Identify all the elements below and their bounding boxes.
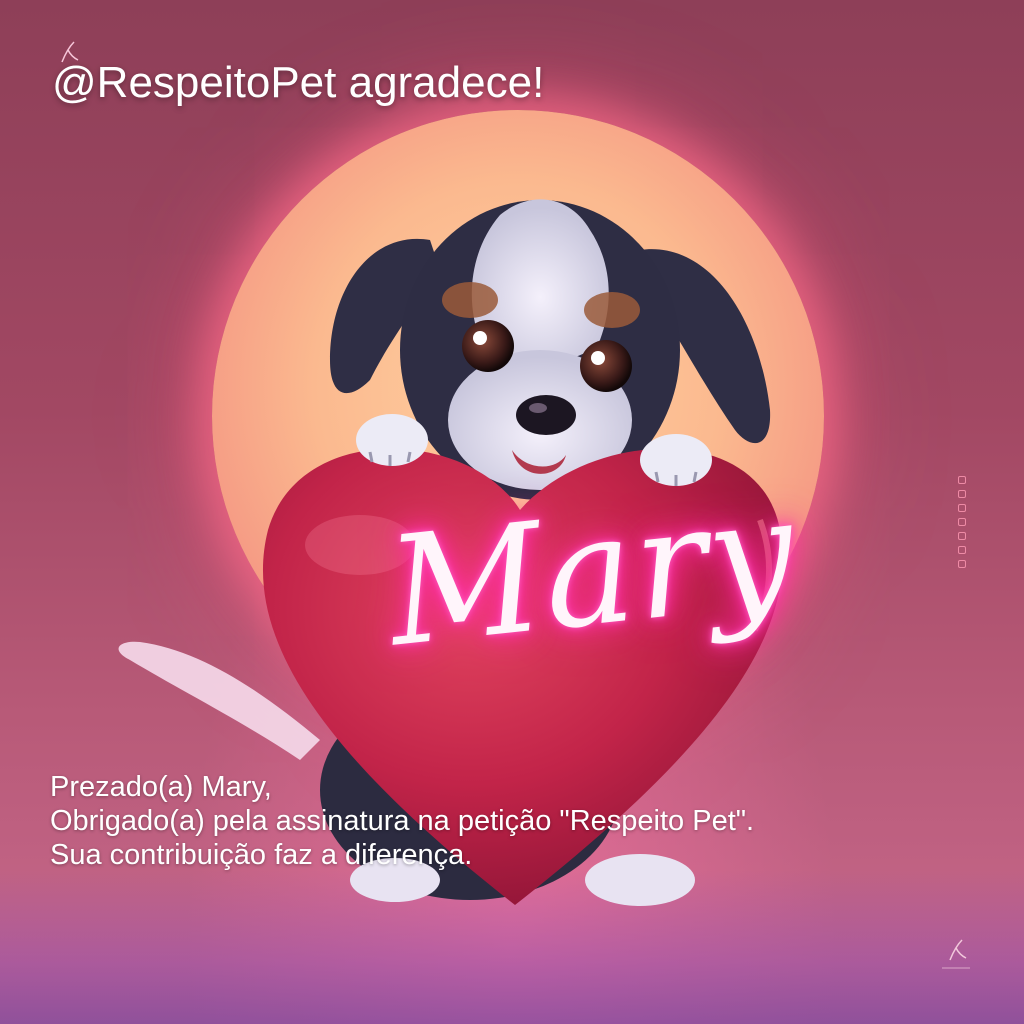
social-icons-strip [954,470,970,600]
social-icon [958,490,966,498]
social-icon [958,532,966,540]
social-icon [958,518,966,526]
puppy-right-eye [580,340,632,392]
signature-watermark-icon [942,939,970,969]
puppy-left-paw [356,414,428,466]
social-icon [958,546,966,554]
social-icon [958,504,966,512]
puppy-nose [516,395,576,435]
social-icon [958,560,966,568]
social-icon [958,476,966,484]
thank-you-message: Prezado(a) Mary, Obrigado(a) pela assina… [50,770,754,872]
header-title: @RespeitoPet agradece! [52,58,545,107]
message-line: Obrigado(a) pela assinatura na petição "… [50,805,755,837]
puppy-left-eye [462,320,514,372]
message-line: Sua contribuição faz a diferença. [50,839,473,871]
heart-name-neon: Mary [380,464,804,681]
message-line: Prezado(a) Mary, [50,771,272,803]
